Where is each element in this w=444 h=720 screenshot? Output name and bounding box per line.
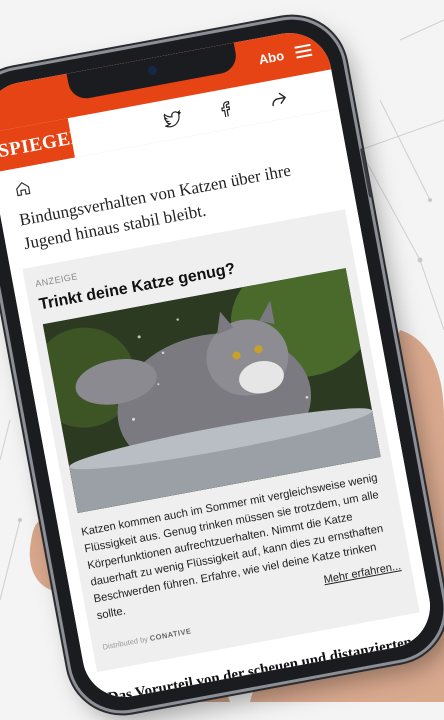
cat-photo <box>42 268 381 514</box>
hamburger-menu-icon[interactable] <box>294 43 313 59</box>
distributor-name: CONATIVE <box>149 626 193 643</box>
ad-cat-image[interactable] <box>42 268 381 514</box>
advertisement[interactable]: ANZEIGE Trinkt deine Katze genug? Katzen… <box>22 209 420 673</box>
twitter-icon[interactable] <box>160 107 185 131</box>
facebook-icon[interactable] <box>213 97 238 121</box>
ad-distributor: Distributed by CONATIVE <box>102 626 192 651</box>
abo-link[interactable]: Abo <box>258 48 286 67</box>
distributed-by-label: Distributed by <box>101 634 149 652</box>
home-icon[interactable] <box>12 178 33 199</box>
ad-label: ANZEIGE <box>34 271 79 289</box>
share-arrow-icon[interactable] <box>266 88 291 112</box>
